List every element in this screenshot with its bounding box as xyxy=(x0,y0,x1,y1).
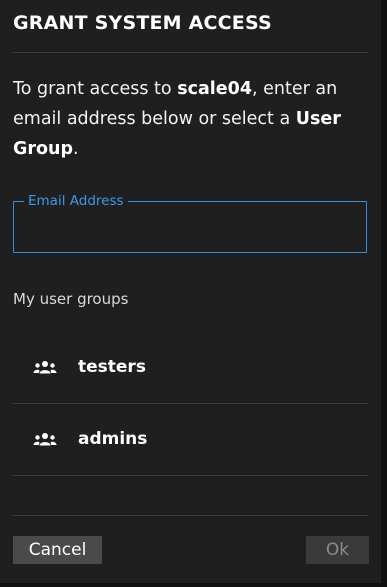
group-icon xyxy=(33,359,57,375)
dialog-title: GRANT SYSTEM ACCESS xyxy=(13,12,272,34)
group-divider xyxy=(13,475,368,476)
group-item-admins[interactable]: admins xyxy=(13,404,368,474)
intro-prefix: To grant access to xyxy=(13,79,178,99)
footer-divider xyxy=(13,515,368,516)
cancel-button[interactable]: Cancel xyxy=(13,536,102,564)
group-name: admins xyxy=(78,429,148,449)
email-field[interactable]: Email Address xyxy=(13,193,367,253)
ok-button[interactable]: Ok xyxy=(306,536,369,564)
intro-text: To grant access to scale04, enter an ema… xyxy=(13,74,363,164)
groups-heading: My user groups xyxy=(13,290,129,308)
email-input[interactable] xyxy=(26,218,356,246)
system-name: scale04 xyxy=(177,79,253,99)
title-divider xyxy=(13,52,368,53)
group-name: testers xyxy=(78,357,146,377)
email-field-label: Email Address xyxy=(24,193,128,209)
grant-access-dialog: GRANT SYSTEM ACCESS To grant access to s… xyxy=(0,0,381,583)
intro-suffix: . xyxy=(73,139,79,159)
group-icon xyxy=(33,431,57,447)
group-item-testers[interactable]: testers xyxy=(13,332,368,402)
